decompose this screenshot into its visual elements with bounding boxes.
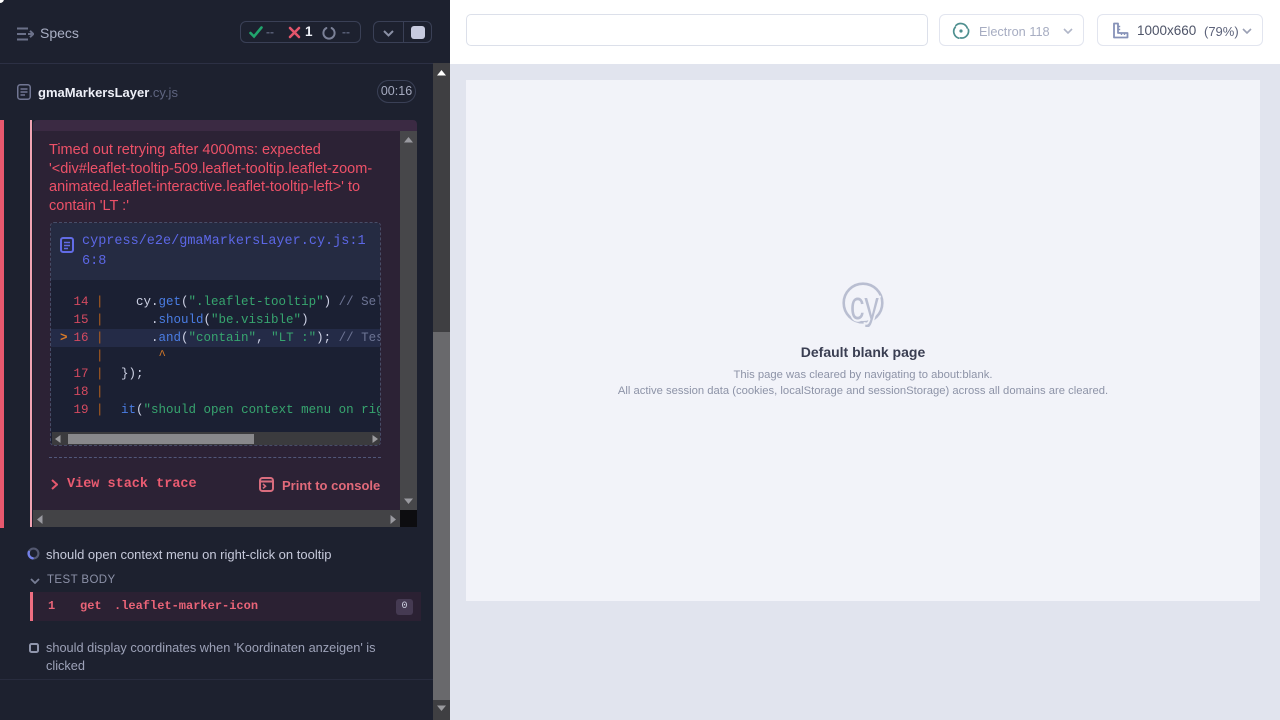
- svg-text:cy: cy: [850, 283, 879, 327]
